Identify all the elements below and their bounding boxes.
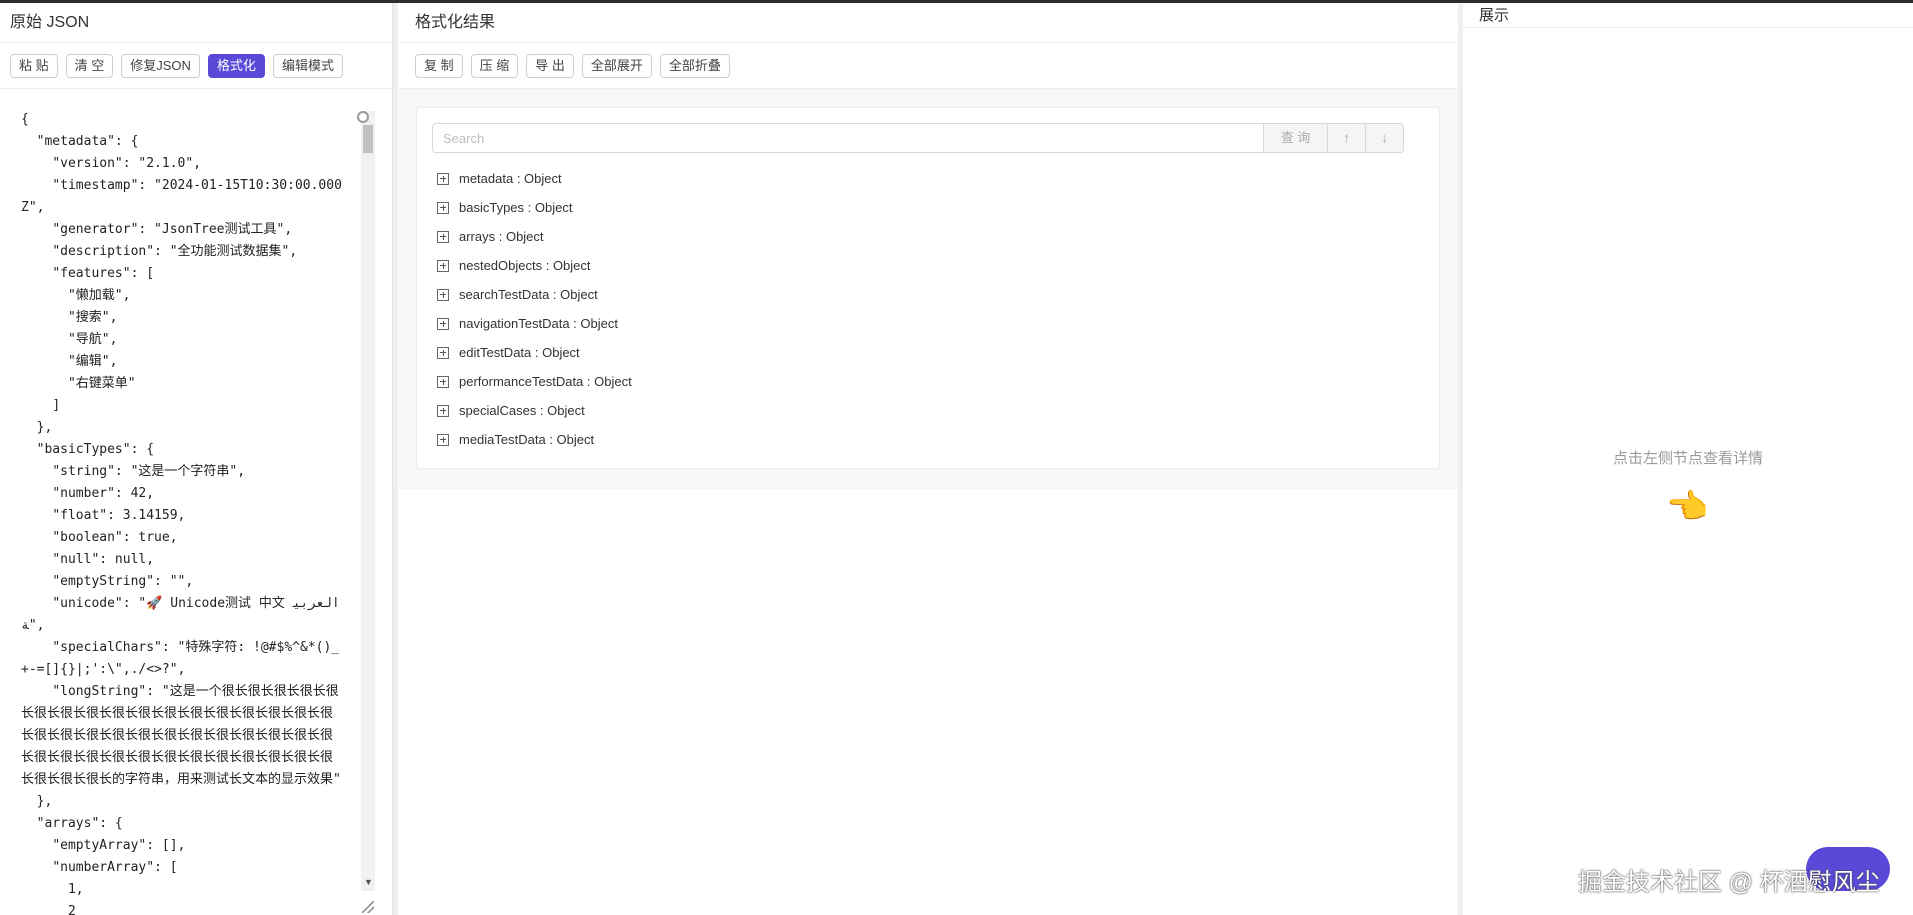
edit-mode-button[interactable]: 编辑模式 bbox=[272, 54, 343, 78]
tree-node-media-test-data[interactable]: mediaTestData : Object bbox=[437, 425, 632, 454]
tree-search-input[interactable] bbox=[432, 123, 1264, 153]
formatted-result-toolbar: 复 制 压 缩 导 出 全部展开 全部折叠 bbox=[399, 43, 1458, 89]
tree-node-special-cases[interactable]: specialCases : Object bbox=[437, 396, 632, 425]
copy-button[interactable]: 复 制 bbox=[415, 54, 463, 78]
pointing-hand-icon: 👈 bbox=[1666, 488, 1709, 526]
paste-button[interactable]: 粘 贴 bbox=[10, 54, 58, 78]
json-code-text[interactable]: { "metadata": { "version": "2.1.0", "tim… bbox=[21, 109, 344, 915]
detail-panel: 展示 点击左侧节点查看详情 👈 bbox=[1463, 3, 1913, 915]
raw-json-panel: 原始 JSON 粘 贴 清 空 修复JSON 格式化 编辑模式 { "metad… bbox=[0, 3, 393, 915]
expand-plus-icon[interactable] bbox=[437, 317, 449, 330]
expand-plus-icon[interactable] bbox=[437, 404, 449, 417]
tree-node-performance-test-data[interactable]: performanceTestData : Object bbox=[437, 367, 632, 396]
expand-all-button[interactable]: 全部展开 bbox=[581, 54, 652, 78]
expand-plus-icon[interactable] bbox=[437, 201, 449, 214]
tree-node-label[interactable]: nestedObjects : Object bbox=[459, 258, 591, 273]
raw-json-toolbar: 粘 贴 清 空 修复JSON 格式化 编辑模式 bbox=[0, 43, 392, 89]
search-query-button[interactable]: 查 询 bbox=[1264, 123, 1328, 153]
tree-node-label[interactable]: basicTypes : Object bbox=[459, 200, 572, 215]
formatted-result-panel: 格式化结果 复 制 压 缩 导 出 全部展开 全部折叠 查 询 ↑ ↓ meta… bbox=[399, 3, 1458, 915]
expand-plus-icon[interactable] bbox=[437, 230, 449, 243]
tree-node-label[interactable]: performanceTestData : Object bbox=[459, 374, 632, 389]
watermark-text: 掘金技术社区 @ 杯酒慰风尘 bbox=[1578, 869, 1880, 896]
resize-handle-icon[interactable] bbox=[362, 901, 374, 913]
tree-node-search-test-data[interactable]: searchTestData : Object bbox=[437, 280, 632, 309]
expand-plus-icon[interactable] bbox=[437, 288, 449, 301]
repair-json-button[interactable]: 修复JSON bbox=[121, 54, 200, 78]
tree-node-metadata[interactable]: metadata : Object bbox=[437, 164, 632, 193]
formatted-result-title: 格式化结果 bbox=[399, 3, 1458, 43]
tree-node-label[interactable]: searchTestData : Object bbox=[459, 287, 598, 302]
tree-node-nested-objects[interactable]: nestedObjects : Object bbox=[437, 251, 632, 280]
tree-node-arrays[interactable]: arrays : Object bbox=[437, 222, 632, 251]
collapse-all-button[interactable]: 全部折叠 bbox=[659, 54, 730, 78]
json-editor[interactable]: { "metadata": { "version": "2.1.0", "tim… bbox=[0, 105, 378, 915]
expand-plus-icon[interactable] bbox=[437, 172, 449, 185]
json-tree: metadata : Object basicTypes : Object ar… bbox=[437, 164, 632, 454]
tree-node-label[interactable]: specialCases : Object bbox=[459, 403, 585, 418]
raw-json-title: 原始 JSON bbox=[0, 3, 392, 43]
editor-scroll-thumb[interactable] bbox=[363, 125, 373, 153]
tree-node-basic-types[interactable]: basicTypes : Object bbox=[437, 193, 632, 222]
expand-plus-icon[interactable] bbox=[437, 375, 449, 388]
tree-node-label[interactable]: arrays : Object bbox=[459, 229, 544, 244]
json-tree-card: 查 询 ↑ ↓ metadata : Object basicTypes : O… bbox=[416, 107, 1440, 469]
compress-button[interactable]: 压 缩 bbox=[470, 54, 519, 78]
search-next-button[interactable]: ↓ bbox=[1366, 123, 1404, 153]
search-prev-button[interactable]: ↑ bbox=[1328, 123, 1366, 153]
tree-node-label[interactable]: mediaTestData : Object bbox=[459, 432, 594, 447]
empty-state-hint: 点击左侧节点查看详情 bbox=[1612, 450, 1763, 467]
detail-panel-title: 展示 bbox=[1463, 3, 1913, 28]
expand-plus-icon[interactable] bbox=[437, 346, 449, 359]
expand-plus-icon[interactable] bbox=[437, 433, 449, 446]
tree-node-navigation-test-data[interactable]: navigationTestData : Object bbox=[437, 309, 632, 338]
tree-node-edit-test-data[interactable]: editTestData : Object bbox=[437, 338, 632, 367]
tree-node-label[interactable]: editTestData : Object bbox=[459, 345, 580, 360]
panel-divider-left[interactable] bbox=[393, 3, 398, 915]
scroll-down-arrow-icon[interactable]: ▼ bbox=[364, 877, 373, 887]
format-button[interactable]: 格式化 bbox=[207, 54, 265, 78]
tree-search-bar: 查 询 ↑ ↓ bbox=[432, 123, 1404, 153]
tree-area: 查 询 ↑ ↓ metadata : Object basicTypes : O… bbox=[399, 89, 1458, 489]
tree-node-label[interactable]: navigationTestData : Object bbox=[459, 316, 618, 331]
tree-node-label[interactable]: metadata : Object bbox=[459, 171, 562, 186]
clear-button[interactable]: 清 空 bbox=[65, 54, 114, 78]
expand-plus-icon[interactable] bbox=[437, 259, 449, 272]
editor-scrollbar[interactable]: ▼ bbox=[361, 111, 375, 891]
export-button[interactable]: 导 出 bbox=[526, 54, 574, 78]
editor-settings-icon[interactable] bbox=[357, 111, 369, 123]
